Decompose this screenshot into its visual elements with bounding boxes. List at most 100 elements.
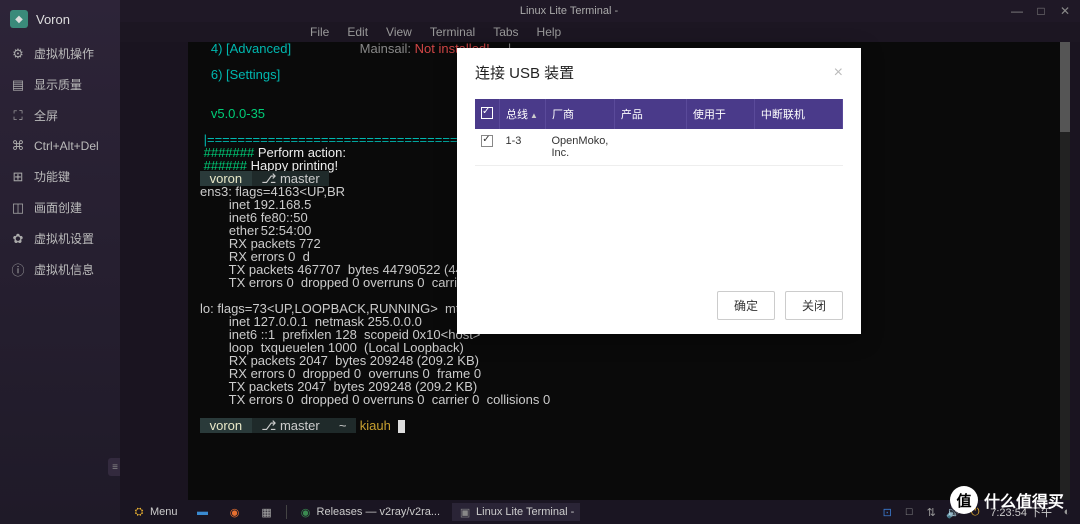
prompt-cmd: kiauh <box>356 418 394 433</box>
menu-terminal[interactable]: Terminal <box>430 25 475 39</box>
app-label: Releases — v2ray/v2ra... <box>317 506 441 518</box>
sidebar-item-fullscreen[interactable]: ⛶全屏 <box>0 100 120 131</box>
sidebar-item-label: Ctrl+Alt+Del <box>34 139 99 153</box>
menu-file[interactable]: File <box>310 25 329 39</box>
sidebar-item-label: 显示质量 <box>34 76 82 93</box>
col-disconnect[interactable]: 中断联机 <box>754 99 842 129</box>
sidebar-item-label: 全屏 <box>34 107 58 124</box>
col-label: 使用于 <box>693 109 726 121</box>
col-label: 中断联机 <box>761 109 805 121</box>
usb-device-table: 总线▲ 厂商 产品 使用于 中断联机 1-3 OpenMoko, Inc. <box>475 99 843 266</box>
col-label: 厂商 <box>552 109 574 121</box>
prompt-branch: ⎇ master <box>252 418 330 433</box>
sidebar-item-label: 虚拟机操作 <box>34 45 94 62</box>
sidebar-item-label: 画面创建 <box>34 199 82 216</box>
updates-icon[interactable]: ⊡ <box>880 505 894 519</box>
sidebar-item-settings[interactable]: ✿虚拟机设置 <box>0 223 120 254</box>
folder-icon: ▦ <box>260 505 274 519</box>
scrollbar-thumb[interactable] <box>1060 42 1070 132</box>
sidebar-item-info[interactable]: ⓘ虚拟机信息 <box>0 254 120 285</box>
cell-product <box>614 129 686 166</box>
sidebar-item-fnkeys[interactable]: ⊞功能键 <box>0 161 120 192</box>
taskbar-app-terminal[interactable]: ▣ Linux Lite Terminal - <box>452 503 580 521</box>
cell-vendor: OpenMoko, Inc. <box>546 129 615 166</box>
col-vendor[interactable]: 厂商 <box>546 99 615 129</box>
menu-label: Menu <box>150 506 178 518</box>
sidebar-title: Voron <box>36 12 70 27</box>
window-title: Linux Lite Terminal - <box>128 5 1010 17</box>
guest-taskbar: ⛭Menu ▬ ◉ ▦ ◉ Releases — v2ray/v2ra... ▣ L… <box>120 500 1080 524</box>
cell-bus: 1-3 <box>500 129 546 166</box>
screen-icon: ◫ <box>10 200 26 216</box>
cog-icon: ✿ <box>10 231 26 247</box>
modal-body: 总线▲ 厂商 产品 使用于 中断联机 1-3 OpenMoko, Inc. <box>457 89 861 281</box>
term-text: 4) [Advanced] <box>200 42 291 56</box>
network-icon[interactable]: ⇅ <box>924 505 938 519</box>
show-desktop-button[interactable]: ▬ <box>190 503 216 521</box>
terminal-cursor <box>398 420 405 433</box>
col-usedby[interactable]: 使用于 <box>686 99 754 129</box>
keys-icon: ⌘ <box>10 138 26 154</box>
watermark-text: 什么值得买 <box>984 488 1064 512</box>
cancel-button[interactable]: 关闭 <box>785 291 843 320</box>
app-label: Linux Lite Terminal - <box>476 506 574 518</box>
sidebar-item-label: 虚拟机信息 <box>34 261 94 278</box>
menu-edit[interactable]: Edit <box>347 25 368 39</box>
files-button[interactable]: ▦ <box>254 503 280 521</box>
maximize-button[interactable]: □ <box>1034 4 1048 18</box>
ok-button[interactable]: 确定 <box>717 291 775 320</box>
sidebar-item-cad[interactable]: ⌘ Ctrl+Alt+Del <box>0 131 120 161</box>
menu-tabs[interactable]: Tabs <box>493 25 518 39</box>
sort-icon: ▲ <box>530 111 538 120</box>
col-checkbox[interactable] <box>475 99 500 129</box>
chrome-icon: ◉ <box>299 505 313 519</box>
firefox-button[interactable]: ◉ <box>222 503 248 521</box>
usb-connect-dialog: 连接 USB 装置 × 总线▲ 厂商 产品 使用于 中断联机 <box>457 48 861 334</box>
prompt-dir: ~ <box>329 418 356 433</box>
guest-desktop: Linux Lite Terminal - — □ ✕ File Edit Vi… <box>120 0 1080 524</box>
sidebar-header: ◆ Voron <box>0 0 120 38</box>
terminal-scrollbar[interactable] <box>1060 42 1070 500</box>
close-button[interactable]: ✕ <box>1058 4 1072 18</box>
voron-logo: ◆ <box>10 10 28 28</box>
table-header-row: 总线▲ 厂商 产品 使用于 中断联机 <box>475 99 843 129</box>
grid-icon: ⊞ <box>10 169 26 185</box>
col-bus[interactable]: 总线▲ <box>500 99 546 129</box>
bluetooth-icon[interactable]: □ <box>902 505 916 519</box>
cell-usedby <box>686 129 754 166</box>
modal-title: 连接 USB 装置 <box>475 62 834 83</box>
terminal-icon: ▣ <box>458 505 472 519</box>
watermark-badge: 值 <box>950 486 978 514</box>
minimize-button[interactable]: — <box>1010 4 1024 18</box>
modal-footer: 确定 关闭 <box>457 281 861 334</box>
row-checkbox[interactable] <box>481 135 493 147</box>
term-text: Mainsail: <box>291 42 415 56</box>
taskbar-app-browser[interactable]: ◉ Releases — v2ray/v2ra... <box>293 503 447 521</box>
col-product[interactable]: 产品 <box>614 99 686 129</box>
quality-icon: ▤ <box>10 77 26 93</box>
term-text: v5.0.0-35 <box>200 106 265 121</box>
menu-help[interactable]: Help <box>537 25 562 39</box>
term-text: TX errors 0 dropped 0 overruns 0 carrier… <box>200 392 550 407</box>
vm-sidebar: ◆ Voron ⚙ 虚拟机操作 ▤ 显示质量 ⛶全屏 ⌘ Ctrl+Alt+Del ⊞… <box>0 0 120 524</box>
term-text: 6) [Settings] <box>200 67 280 82</box>
prompt-host: voron <box>200 418 252 433</box>
taskbar-separator <box>286 505 287 519</box>
select-all-checkbox[interactable] <box>481 107 493 119</box>
firefox-icon: ◉ <box>228 505 242 519</box>
sidebar-item-snapshot[interactable]: ◫ 画面创建 <box>0 192 120 223</box>
gear-icon: ⚙ <box>10 46 26 62</box>
terminal-menubar: File Edit View Terminal Tabs Help <box>120 22 1080 42</box>
window-titlebar: Linux Lite Terminal - — □ ✕ <box>120 0 1080 22</box>
usb-device-row[interactable]: 1-3 OpenMoko, Inc. <box>475 129 843 166</box>
window-controls: — □ ✕ <box>1010 4 1072 18</box>
cell-disconnect <box>754 129 842 166</box>
col-label: 总线 <box>506 109 528 121</box>
modal-close-button[interactable]: × <box>834 64 843 82</box>
menu-view[interactable]: View <box>386 25 412 39</box>
sidebar-item-vm-ops[interactable]: ⚙ 虚拟机操作 <box>0 38 120 69</box>
sidebar-item-display[interactable]: ▤ 显示质量 <box>0 69 120 100</box>
desktop-icon: ▬ <box>196 505 210 519</box>
modal-header: 连接 USB 装置 × <box>457 48 861 89</box>
start-menu-button[interactable]: ⛭Menu <box>126 503 184 521</box>
